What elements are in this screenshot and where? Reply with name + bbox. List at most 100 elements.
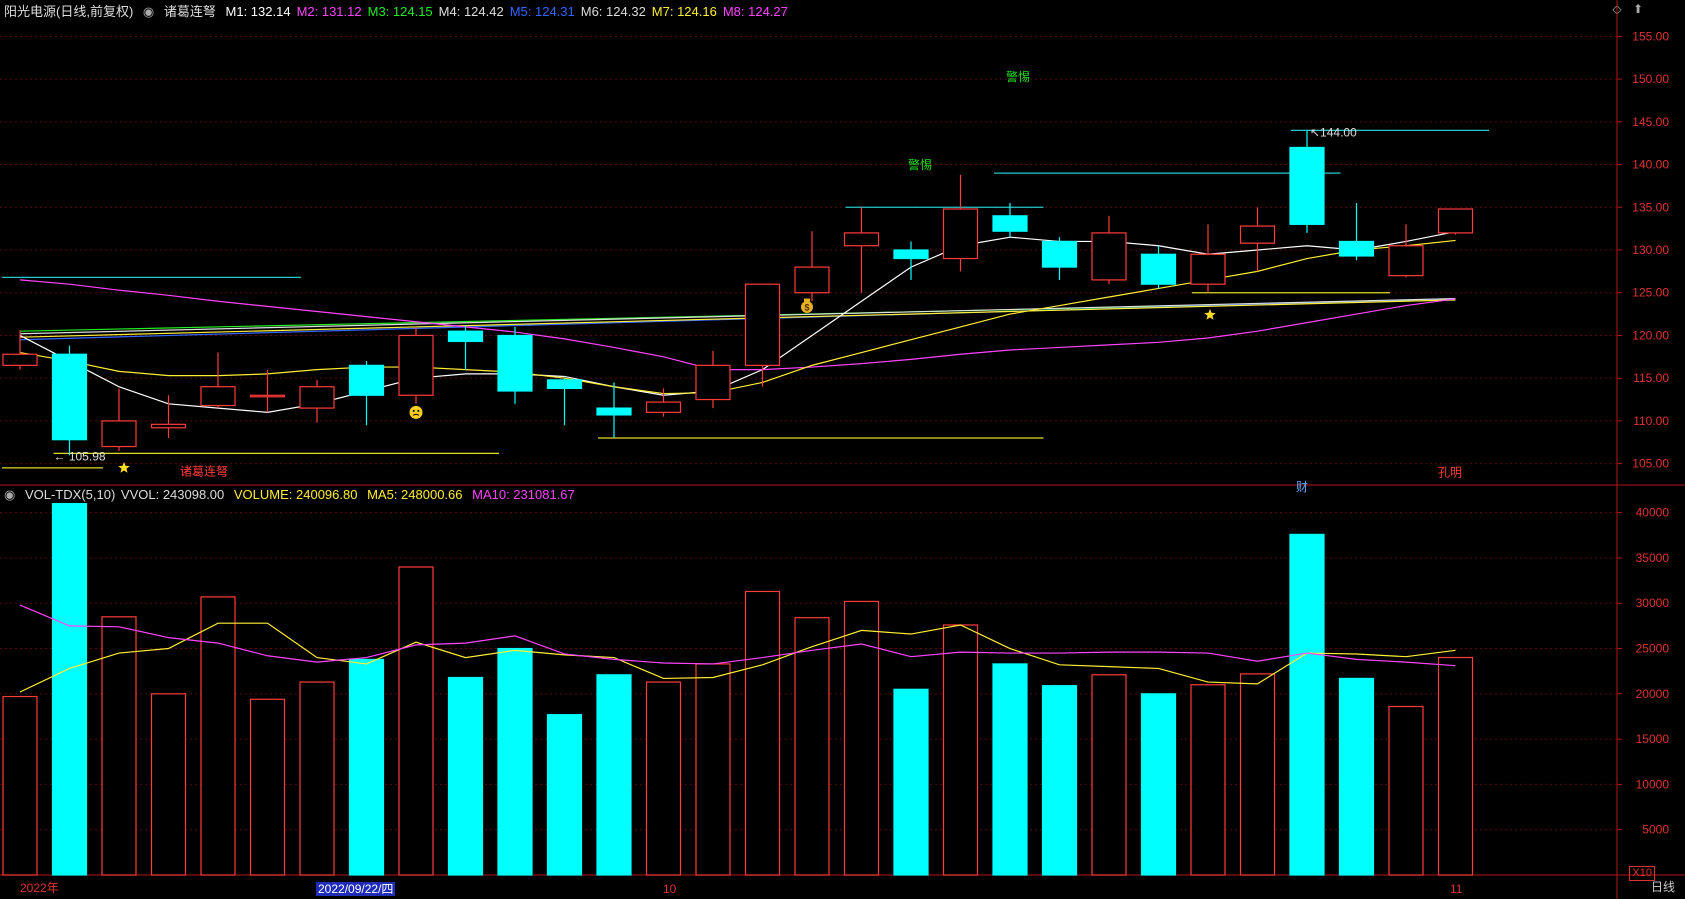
- volume-bar: [2, 695, 38, 876]
- candle-body: [893, 249, 929, 260]
- candle-body: [596, 407, 632, 416]
- warning-label: 警惕: [1006, 69, 1030, 84]
- candle-body: [497, 334, 533, 392]
- volume-tick-label: 10000: [1636, 777, 1670, 791]
- volume-bar: [101, 616, 137, 876]
- volume-bar: [150, 693, 187, 876]
- volume-bar: [1190, 684, 1226, 876]
- volume-bar: [695, 663, 731, 876]
- x-tick-year: 2022年: [20, 881, 59, 895]
- volume-bar: [744, 590, 781, 876]
- volume-bar: [1388, 705, 1424, 876]
- chart-canvas: 105.00 110.00 115.00 120.00 125.00 130.00 135.…: [0, 0, 1685, 899]
- candle-body: [1091, 232, 1127, 281]
- volume-bar: [447, 676, 484, 876]
- x-tick-october: 10: [663, 882, 677, 896]
- kongming-label: 孔明: [1438, 465, 1462, 479]
- face-icon: [409, 405, 423, 419]
- price-tick-label: 150.00: [1632, 72, 1669, 86]
- candle-body: [101, 420, 137, 448]
- volume-tick-label: 30000: [1636, 596, 1670, 610]
- candle-body: [1239, 225, 1276, 244]
- selected-date: 2022/09/22/四: [316, 882, 396, 896]
- volume-bar: [645, 681, 682, 876]
- candle-body: [942, 208, 979, 260]
- volume-tick-label: 20000: [1636, 687, 1670, 701]
- x-tick-november: 11: [1450, 882, 1463, 896]
- price-tick-label: 145.00: [1632, 115, 1669, 129]
- price-tick-label: 135.00: [1632, 200, 1669, 214]
- volume-bar: [1140, 693, 1177, 876]
- candle-body: [794, 266, 830, 294]
- money-bag-neck: [804, 298, 810, 302]
- volume-bar: [546, 714, 583, 876]
- volume-bar: [596, 674, 632, 876]
- ma-line: [19, 297, 1456, 335]
- volume-bar: [398, 566, 434, 876]
- candle-body: [200, 386, 236, 407]
- volume-bar: [348, 658, 385, 876]
- candle-body: [2, 353, 38, 366]
- volume-bar: [942, 624, 979, 876]
- volume-bar: [843, 600, 880, 876]
- finance-label: 财: [1296, 480, 1308, 494]
- candle-body: [645, 401, 682, 413]
- volume-bar: [1437, 656, 1474, 876]
- volume-bar: [497, 647, 533, 876]
- volume-tick-label: 15000: [1636, 732, 1670, 746]
- candle-body: [744, 283, 781, 366]
- volume-bar: [893, 688, 929, 876]
- face-eye: [412, 409, 415, 412]
- ma-line: [19, 239, 1456, 395]
- candle-body: [398, 334, 434, 396]
- volume-tick-label: 35000: [1636, 551, 1670, 565]
- star-icon: [1204, 308, 1216, 320]
- price-tick-label: 115.00: [1633, 371, 1669, 385]
- ma-line: [19, 231, 1456, 413]
- volume-bar: [992, 663, 1028, 876]
- candle-body: [249, 394, 286, 398]
- volume-bar: [299, 681, 335, 876]
- candle-body: [695, 364, 731, 401]
- volume-bar: [1041, 685, 1078, 876]
- price-tick-label: 110.00: [1633, 414, 1669, 428]
- candle-body: [1140, 253, 1177, 285]
- volume-bar: [1338, 677, 1375, 876]
- price-tick-label: 130.00: [1632, 243, 1669, 257]
- candle-body: [447, 330, 484, 343]
- volume-tick-label: 25000: [1636, 642, 1670, 656]
- candle-body: [150, 423, 187, 429]
- candle-body: [1338, 240, 1375, 257]
- candle-body: [348, 364, 385, 396]
- candle-body: [51, 353, 88, 441]
- face-eye: [417, 409, 420, 412]
- stock-chart-root: 阳光电源(日线,前复权) ◉ 诸葛连弩 M1: 132.14 M2: 131.12…: [0, 0, 1685, 899]
- ma-line: [19, 299, 1456, 338]
- price-tick-label: 105.00: [1632, 457, 1669, 471]
- volume-bar: [794, 617, 830, 876]
- candle-body: [1388, 245, 1424, 277]
- volume-bar: [1289, 533, 1325, 876]
- volume-bar: [249, 698, 286, 876]
- low-price-label: ← 105.98: [54, 449, 106, 463]
- volume-bar: [1091, 674, 1127, 876]
- candle-body: [992, 215, 1028, 232]
- candle-body: [1437, 208, 1474, 234]
- money-bag-symbol: $: [804, 303, 809, 313]
- volume-tick-label: 40000: [1636, 506, 1670, 520]
- period-selector[interactable]: 日线: [1651, 878, 1675, 895]
- candle-body: [299, 386, 335, 409]
- candle-body: [1289, 146, 1325, 225]
- candle-body: [843, 232, 880, 247]
- volume-bar: [1239, 673, 1276, 876]
- price-tick-label: 140.00: [1632, 158, 1669, 172]
- price-tick-label: 125.00: [1632, 286, 1669, 300]
- warning-label: 警惕: [908, 157, 932, 172]
- candle-body: [1041, 240, 1078, 268]
- volume-tick-label: 5000: [1642, 823, 1669, 837]
- price-tick-label: 155.00: [1632, 29, 1669, 43]
- candle-body: [1190, 253, 1226, 285]
- zhuge-label: 诸葛连弩: [180, 464, 228, 479]
- volume-bar: [200, 596, 236, 876]
- volume-bar: [51, 502, 88, 876]
